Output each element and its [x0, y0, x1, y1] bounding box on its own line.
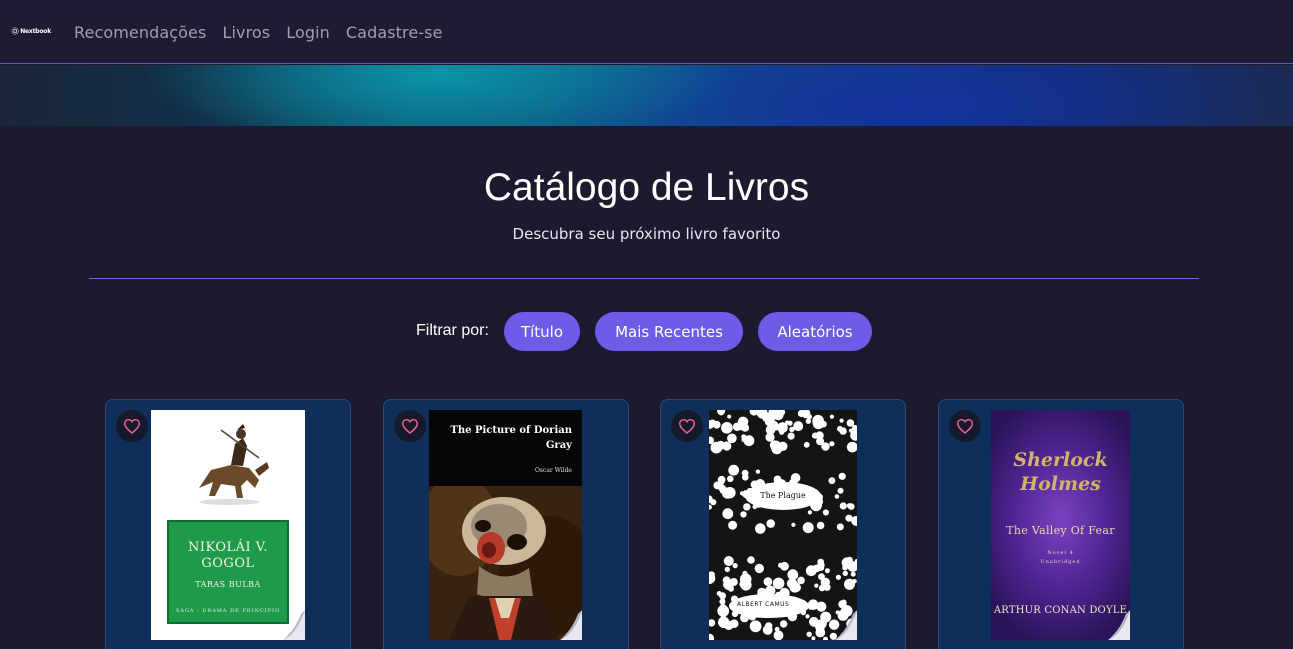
divider	[89, 278, 1199, 279]
nav-link-cadastre-se[interactable]: Cadastre-se	[346, 23, 443, 42]
book-card[interactable]: Sherlock Holmes The Valley Of Fear Novel…	[938, 399, 1184, 649]
filter-button-titulo[interactable]: Título	[504, 312, 580, 351]
nav-link-login[interactable]: Login	[286, 23, 330, 42]
book-cover[interactable]: NIKOLÁI V. GOGOL TARAS BULBA SAGA - DRAMA…	[151, 410, 305, 640]
page-subtitle: Descubra seu próximo livro favorito	[512, 225, 781, 243]
nav-link-livros[interactable]: Livros	[222, 23, 270, 42]
filter-button-aleatorios[interactable]: Aleatórios	[758, 312, 872, 351]
book-card[interactable]: NIKOLÁI V. GOGOL TARAS BULBA SAGA - DRAMA…	[105, 399, 351, 649]
cover-author-line-2: GOGOL	[201, 556, 255, 571]
cover-novel-number: Novel 4	[1047, 550, 1074, 556]
page-curl-icon	[560, 610, 582, 640]
favorite-button[interactable]	[394, 410, 426, 442]
book-card[interactable]: The Plague ALBERT CAMUS	[660, 399, 906, 649]
nav-link-recomendacoes[interactable]: Recomendações	[74, 23, 206, 42]
book-cover[interactable]: The Picture of Dorian Gray Oscar Wilde	[429, 410, 582, 640]
logo-icon	[11, 27, 19, 35]
page-curl-icon	[283, 610, 305, 640]
navbar: Nextbook Recomendações Livros Login Cada…	[0, 0, 1293, 64]
book-card[interactable]: The Picture of Dorian Gray Oscar Wilde	[383, 399, 629, 649]
book-cover[interactable]: Sherlock Holmes The Valley Of Fear Novel…	[991, 410, 1130, 640]
heart-outline-icon	[401, 418, 419, 434]
cover-series: SAGA - DRAMA DE PRINCIPIO	[175, 608, 281, 614]
logo[interactable]: Nextbook	[11, 21, 51, 41]
cover-author-line-1: NIKOLÁI V.	[187, 540, 269, 555]
nav-links: Recomendações Livros Login Cadastre-se	[74, 0, 459, 64]
cover-author: ALBERT CAMUS	[737, 601, 790, 608]
cover-title: TARAS BULBA	[195, 580, 261, 589]
cover-unabridged: Unabridged	[1040, 559, 1081, 565]
hero-banner	[0, 65, 1293, 126]
cover-title-box: NIKOLÁI V. GOGOL TARAS BULBA SAGA - DRAMA…	[167, 520, 289, 624]
favorite-button[interactable]	[116, 410, 148, 442]
heart-outline-icon	[956, 418, 974, 434]
cover-title: The Plague	[760, 491, 806, 500]
favorite-button[interactable]	[671, 410, 703, 442]
cover-title: The Picture of Dorian Gray	[450, 425, 572, 451]
filter-button-mais-recentes[interactable]: Mais Recentes	[595, 312, 743, 351]
cover-author: Oscar Wilde	[534, 467, 572, 474]
heart-outline-icon	[123, 418, 141, 434]
page-curl-icon	[835, 610, 857, 640]
book-cover[interactable]: The Plague ALBERT CAMUS	[709, 410, 857, 640]
favorite-button[interactable]	[949, 410, 981, 442]
page-curl-icon	[1108, 610, 1130, 640]
horseman-illustration	[199, 424, 269, 505]
heart-outline-icon	[678, 418, 696, 434]
cover-title: Sherlock Holmes	[1013, 449, 1108, 495]
cover-subtitle: The Valley Of Fear	[1006, 524, 1115, 537]
page-title: Catálogo de Livros	[483, 166, 810, 209]
logo-text: Nextbook	[20, 27, 51, 35]
filter-label: Filtrar por:	[416, 322, 489, 339]
